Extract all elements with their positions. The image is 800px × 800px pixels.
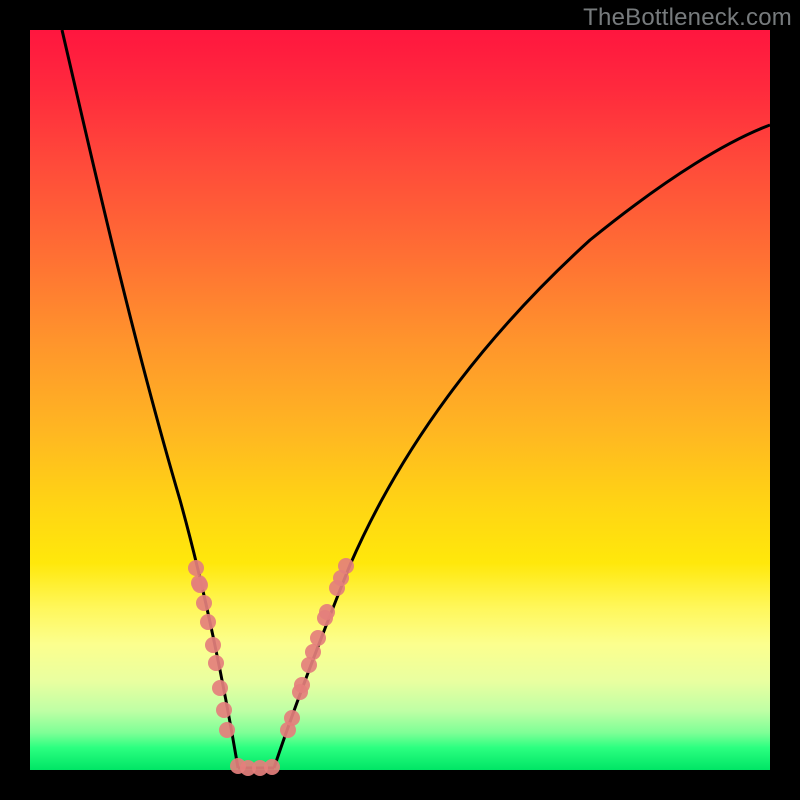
- watermark-label: TheBottleneck.com: [583, 4, 792, 32]
- bottom-dots-group: [230, 758, 280, 776]
- curve-svg: [30, 30, 770, 770]
- data-point: [216, 702, 232, 718]
- data-point: [310, 630, 326, 646]
- data-point: [219, 722, 235, 738]
- data-point: [191, 575, 207, 591]
- data-point: [264, 759, 280, 775]
- left-dots-group: [188, 560, 235, 738]
- data-point: [305, 644, 321, 660]
- data-point: [200, 614, 216, 630]
- data-point: [294, 677, 310, 693]
- right-branch-line: [274, 125, 770, 768]
- data-point: [319, 604, 335, 620]
- plot-area: [30, 30, 770, 770]
- data-point: [338, 558, 354, 574]
- data-point: [212, 680, 228, 696]
- data-point: [188, 560, 204, 576]
- data-point: [196, 595, 212, 611]
- data-point: [208, 655, 224, 671]
- right-dots-group: [280, 558, 354, 738]
- data-point: [205, 637, 221, 653]
- chart-frame: TheBottleneck.com: [0, 0, 800, 800]
- data-point: [284, 710, 300, 726]
